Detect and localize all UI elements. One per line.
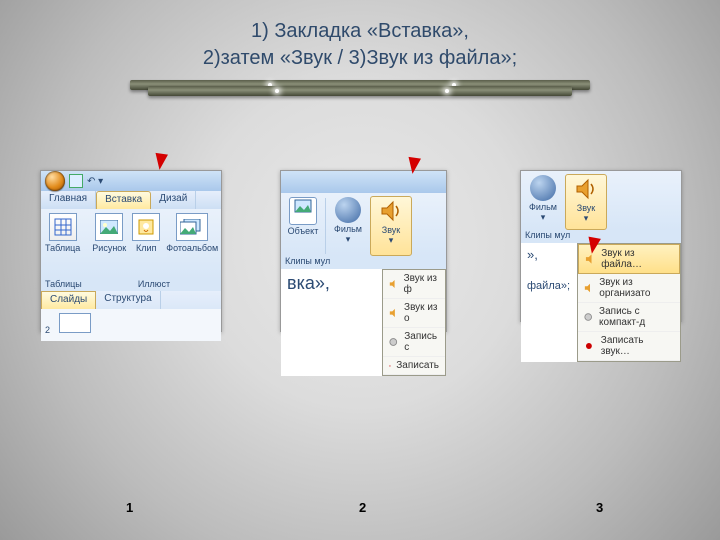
menu-sound-from-file[interactable]: Звук из ф xyxy=(383,270,445,299)
slide-title: 1) Закладка «Вставка», 2)затем «Звук / 3… xyxy=(0,0,720,72)
ribbon-media: Объект Фильм▾ Звук▾ xyxy=(281,193,446,256)
screenshot-2: Объект Фильм▾ Звук▾ Клипы мул вка», Звук… xyxy=(280,170,447,332)
slide-thumb[interactable] xyxy=(59,313,91,333)
table-icon xyxy=(49,213,77,241)
pane-tab-structure[interactable]: Структура xyxy=(96,291,160,309)
office-button-icon[interactable] xyxy=(45,171,65,191)
btn-object[interactable]: Объект xyxy=(283,196,323,256)
photoalbum-icon xyxy=(176,213,208,241)
ribbon-tabs: Главная Вставка Дизай xyxy=(41,191,221,209)
sound-icon xyxy=(378,198,404,224)
save-icon[interactable] xyxy=(69,174,83,188)
sound-dropdown-menu: Звук из ф Звук из о Запись с Записать xyxy=(382,269,446,376)
menu-sound-from-organizer-3[interactable]: Звук из организато xyxy=(578,274,680,303)
btn-clip[interactable]: Клип xyxy=(132,213,160,279)
btn-photoalbum[interactable]: Фотоальбом xyxy=(166,213,218,279)
tab-design[interactable]: Дизай xyxy=(151,191,196,209)
tab-insert[interactable]: Вставка xyxy=(96,191,151,209)
btn-sound[interactable]: Звук▾ xyxy=(370,196,412,256)
picture-icon xyxy=(95,213,123,241)
btn-movie[interactable]: Фильм▾ xyxy=(328,196,368,256)
tab-home[interactable]: Главная xyxy=(41,191,96,209)
screenshot-1: ↶ ▾ Главная Вставка Дизай Таблица Рисуно… xyxy=(40,170,222,332)
red-arrow-1 xyxy=(153,132,171,172)
ribbon-group-labels: Таблицы Иллюст xyxy=(41,279,221,291)
slide-thumbnails: 2 xyxy=(41,309,221,341)
btn-movie-3[interactable]: Фильм▾ xyxy=(523,174,563,230)
menu-cd-audio[interactable]: Запись с xyxy=(383,328,445,357)
document-fragment-3: », файла»; xyxy=(521,243,577,362)
document-fragment: вка», xyxy=(281,269,382,376)
title-line-1: 1) Закладка «Вставка», xyxy=(0,18,720,45)
btn-picture[interactable]: Рисунок xyxy=(92,213,126,279)
movie-icon xyxy=(530,175,556,201)
title-line-2: 2)затем «Звук / 3)Звук из файла»; xyxy=(0,45,720,72)
menu-record-sound-3[interactable]: Записать звук… xyxy=(578,332,680,361)
sound-dropdown-menu-3: Звук из файла… Звук из организато Запись… xyxy=(577,243,681,362)
movie-icon xyxy=(335,197,361,223)
decorative-divider xyxy=(130,80,590,96)
red-arrow-2 xyxy=(406,136,424,176)
slides-pane-tabs: Слайды Структура xyxy=(41,291,221,309)
quick-access-toolbar: ↶ ▾ xyxy=(41,171,221,191)
red-arrow-3 xyxy=(586,218,604,254)
sound-icon xyxy=(573,176,599,202)
caption-1: 1 xyxy=(126,500,133,515)
menu-record-sound[interactable]: Записать xyxy=(383,357,445,375)
clip-icon xyxy=(132,213,160,241)
caption-3: 3 xyxy=(596,500,603,515)
ribbon-group-media: Клипы мул xyxy=(281,256,446,269)
object-icon xyxy=(289,197,317,225)
menu-sound-from-organizer[interactable]: Звук из о xyxy=(383,299,445,328)
ribbon-insert: Таблица Рисунок Клип Фотоальбом xyxy=(41,209,221,279)
btn-table[interactable]: Таблица xyxy=(45,213,80,279)
caption-2: 2 xyxy=(359,500,366,515)
slide-number: 2 xyxy=(45,325,50,335)
menu-cd-audio-3[interactable]: Запись с компакт-д xyxy=(578,303,680,332)
pane-tab-slides[interactable]: Слайды xyxy=(41,291,96,309)
